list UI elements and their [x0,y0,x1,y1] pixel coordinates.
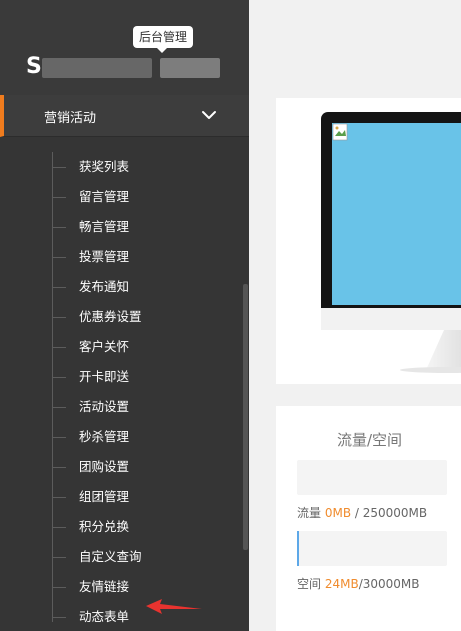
submenu-item-custom-query[interactable]: 自定义查询 [0,542,240,572]
stats-title: 流量/空间 [337,431,403,449]
monitor-card [276,98,461,384]
submenu-item-customer-care[interactable]: 客户关怀 [0,332,240,362]
space-progress-bar [297,531,447,566]
submenu-item-points-exchange[interactable]: 积分兑换 [0,512,240,542]
submenu-item-flash-sale[interactable]: 秒杀管理 [0,422,240,452]
submenu-item-award-list[interactable]: 获奖列表 [0,152,240,182]
submenu-item-activity-settings[interactable]: 活动设置 [0,392,240,422]
submenu-item-voting[interactable]: 投票管理 [0,242,240,272]
submenu-item-card-gift[interactable]: 开卡即送 [0,362,240,392]
space-stat: 空间 24MB/30000MB [297,575,420,592]
stats-card: 流量/空间 流量 0MB / 250000MB 空间 24MB/30000MB [276,406,461,631]
flow-stat: 流量 0MB / 250000MB [297,504,427,521]
space-label: 空间 [297,577,322,591]
flow-progress-bar [297,460,447,495]
submenu-item-friend-links[interactable]: 友情链接 [0,572,240,602]
submenu-item-messages[interactable]: 留言管理 [0,182,240,212]
flow-label: 流量 [297,506,322,520]
submenu-item-dynamic-form[interactable]: 动态表单 [0,602,240,631]
sidebar-scrollbar[interactable] [243,284,248,550]
blurred-logo-text [42,58,152,78]
flow-used: 0MB [324,506,352,520]
submenu-item-changyan[interactable]: 畅言管理 [0,212,240,242]
submenu-item-notifications[interactable]: 发布通知 [0,272,240,302]
submenu-item-group-manage[interactable]: 组团管理 [0,482,240,512]
tooltip: 后台管理 [133,26,194,53]
broken-image-icon [332,123,348,141]
space-progress-fill [297,531,299,566]
flow-total: / 250000MB [351,506,428,520]
submenu-item-coupons[interactable]: 优惠券设置 [0,302,240,332]
space-total: /30000MB [358,577,420,591]
submenu: 获奖列表 留言管理 畅言管理 投票管理 发布通知 优惠券设置 客户关怀 开卡即送… [0,152,240,631]
menu-group-label: 营销活动 [44,111,97,126]
space-used: 24MB [324,577,359,591]
blurred-logo-text-2 [160,58,220,78]
submenu-item-group-buy[interactable]: 团购设置 [0,452,240,482]
red-arrow-icon [146,599,202,614]
logo-text: S [26,54,42,79]
menu-group-marketing[interactable]: 营销活动 [0,95,249,137]
logo-area: S 后台管理 [0,0,249,95]
chevron-down-icon[interactable] [200,106,218,124]
sidebar: S 后台管理 营销活动 获奖列表 留言管理 畅言管理 投票管理 发布通知 优惠券… [0,0,249,631]
monitor-illustration [321,112,461,373]
